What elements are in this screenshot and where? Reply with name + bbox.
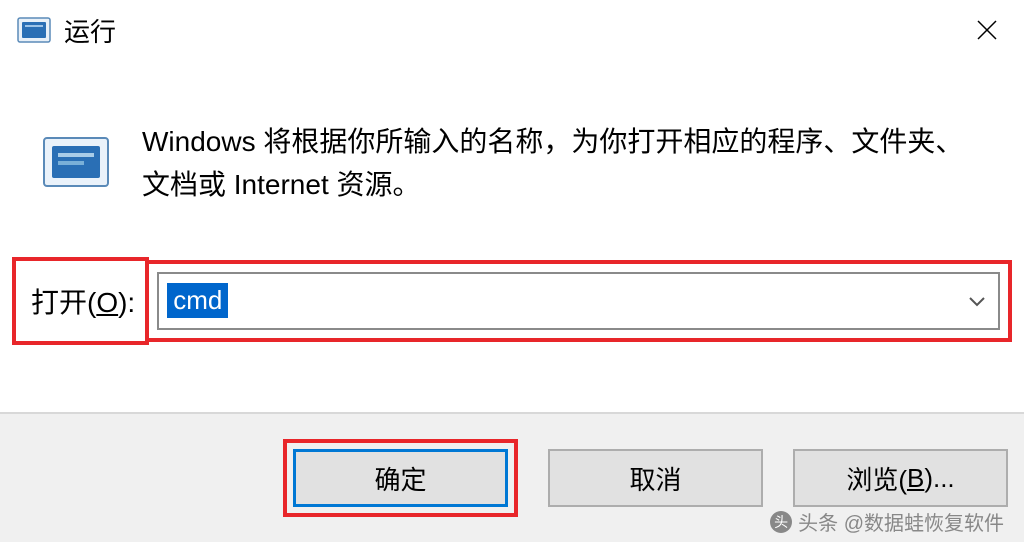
watermark-text: 头条 @数据蛙恢复软件 — [798, 507, 1004, 536]
browse-button[interactable]: 浏览(B)... — [793, 449, 1008, 507]
titlebar: 运行 — [0, 0, 1024, 60]
run-icon-large — [40, 126, 112, 198]
cancel-button[interactable]: 取消 — [548, 449, 763, 507]
description-text: Windows 将根据你所输入的名称，为你打开相应的程序、文件夹、文档或 Int… — [142, 120, 984, 207]
chevron-down-icon — [966, 290, 988, 312]
run-dialog: 运行 Windows 将根据你所输入的名称，为你打开相应的程序、文件夹、文档或 … — [0, 0, 1024, 542]
close-icon — [975, 18, 999, 42]
input-label-highlight: 打开(O): — [12, 257, 149, 345]
window-title: 运行 — [64, 12, 116, 49]
ok-button-highlight: 确定 — [283, 439, 518, 517]
input-highlight: cmd — [145, 260, 1012, 342]
close-button[interactable] — [962, 10, 1012, 50]
titlebar-left: 运行 — [16, 12, 116, 49]
open-label: 打开(O): — [31, 281, 135, 321]
open-combobox[interactable]: cmd — [157, 272, 1000, 330]
content-area: Windows 将根据你所输入的名称，为你打开相应的程序、文件夹、文档或 Int… — [0, 60, 1024, 237]
watermark: 头 头条 @数据蛙恢复软件 — [770, 507, 1004, 536]
ok-button[interactable]: 确定 — [293, 449, 508, 507]
combo-value: cmd — [167, 283, 228, 318]
input-row: 打开(O): cmd — [0, 257, 1024, 345]
watermark-icon: 头 — [770, 511, 792, 533]
run-icon-small — [16, 12, 52, 48]
